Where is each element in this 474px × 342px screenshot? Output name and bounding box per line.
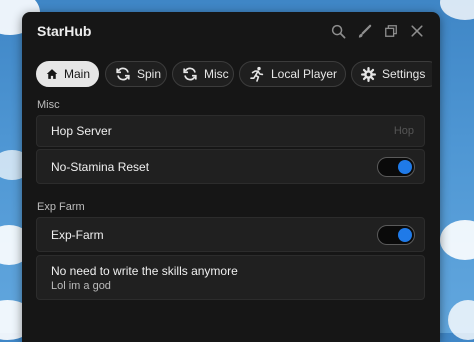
refresh-icon [183,67,197,81]
toggle-knob [398,160,412,174]
title-bar[interactable]: StarHub [22,12,440,50]
section-label-misc: Misc [37,99,60,111]
exp-farm-label: Exp-Farm [51,228,104,242]
hop-server-button[interactable]: Hop Server Hop [36,115,425,147]
refresh-icon [116,67,130,81]
tab-local-player-label: Local Player [271,67,338,81]
running-person-icon [250,66,264,82]
hop-server-label: Hop Server [51,124,112,138]
gear-icon [361,66,376,82]
no-stamina-reset-toggle-row: No-Stamina Reset [36,149,425,184]
tab-main[interactable]: Main [36,61,99,87]
hop-server-hint: Hop [393,125,414,137]
restore-window-icon[interactable] [383,23,399,39]
toggle-knob [398,228,412,242]
tab-spin-label: Spin [137,67,162,81]
section-label-exp-farm: Exp Farm [37,201,85,213]
window-title: StarHub [37,23,92,39]
starhub-window: StarHub Main Spin Misc Local Player Sett… [22,12,440,342]
home-icon [46,69,58,79]
tab-misc-label: Misc [204,67,229,81]
no-stamina-reset-label: No-Stamina Reset [51,160,150,174]
tab-settings[interactable]: Settings [351,61,432,87]
tab-bar: Main Spin Misc Local Player Settings [36,61,432,89]
tab-spin[interactable]: Spin [105,61,167,87]
exp-farm-toggle[interactable] [377,225,415,245]
paragraph-content: Lol im a god [51,280,111,292]
tab-local-player[interactable]: Local Player [239,61,346,87]
tab-misc[interactable]: Misc [172,61,234,87]
paintbrush-icon[interactable] [356,23,372,39]
info-paragraph: No need to write the skills anymore Lol … [36,255,425,300]
tab-settings-label: Settings [382,67,426,81]
close-icon[interactable] [409,23,425,39]
search-icon[interactable] [330,23,346,39]
exp-farm-toggle-row: Exp-Farm [36,217,425,252]
no-stamina-reset-toggle[interactable] [377,157,415,177]
tab-main-label: Main [64,67,91,81]
paragraph-title: No need to write the skills anymore [51,264,238,278]
